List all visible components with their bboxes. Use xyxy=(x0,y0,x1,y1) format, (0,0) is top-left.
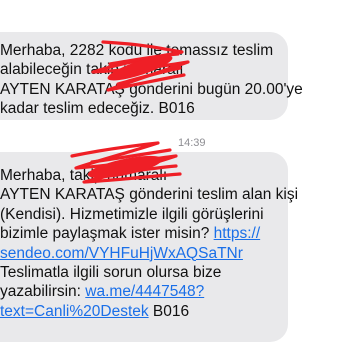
message-2-line-6: Teslimatla ilgili sorun olursa bize xyxy=(0,264,222,282)
message-2-line-2: AYTEN KARATAŞ gönderini teslim alan kişi xyxy=(0,186,299,204)
whatsapp-link-part-1[interactable]: wa.me/4447548? xyxy=(85,283,204,300)
message-bubble-2[interactable]: Merhaba, takip numaralı AYTEN KARATAŞ gö… xyxy=(0,152,299,342)
message-2-line-7: yazabilirsin: wa.me/4447548? xyxy=(0,282,288,301)
message-1-line-4: kadar teslim edeceğiz. B016 xyxy=(0,100,195,118)
message-2-line-8: text=Canli%20Destek B016 xyxy=(0,302,288,321)
message-1-line-2: alabileceğin takip numaralı xyxy=(0,61,184,79)
message-2-line-8-tail: B016 xyxy=(148,302,190,320)
message-bubble-1[interactable]: Merhaba, 2282 kodu ile temassız teslim a… xyxy=(0,32,303,120)
whatsapp-link-part-2[interactable]: text=Canli%20Destek xyxy=(0,303,149,320)
feedback-link-part-2[interactable]: sendeo.com/VYHFuHjWxAQSaTNr xyxy=(0,245,243,262)
message-2-line-4: bizimle paylaşmak ister misin? https:// xyxy=(0,224,288,243)
message-2-line-4-text: bizimle paylaşmak ister misin? xyxy=(0,225,214,243)
message-2-line-1: Merhaba, takip numaralı xyxy=(0,167,168,184)
message-2-line-7-text: yazabilirsin: xyxy=(0,283,86,301)
message-thread: Merhaba, 2282 kodu ile temassız teslim a… xyxy=(0,0,350,350)
message-1-line-1: Merhaba, 2282 kodu ile temassız teslim xyxy=(0,42,274,59)
feedback-link-part-1[interactable]: https:// xyxy=(214,225,261,242)
message-2-line-3: (Kendisi). Hizmetimizle ilgili görüşleri… xyxy=(0,205,264,223)
message-timestamp: 14:39 xyxy=(178,137,206,149)
message-2-line-5: sendeo.com/VYHFuHjWxAQSaTNr xyxy=(0,244,288,263)
message-1-line-3: AYTEN KARATAŞ gönderini bugün 20.00'ye xyxy=(0,80,303,98)
